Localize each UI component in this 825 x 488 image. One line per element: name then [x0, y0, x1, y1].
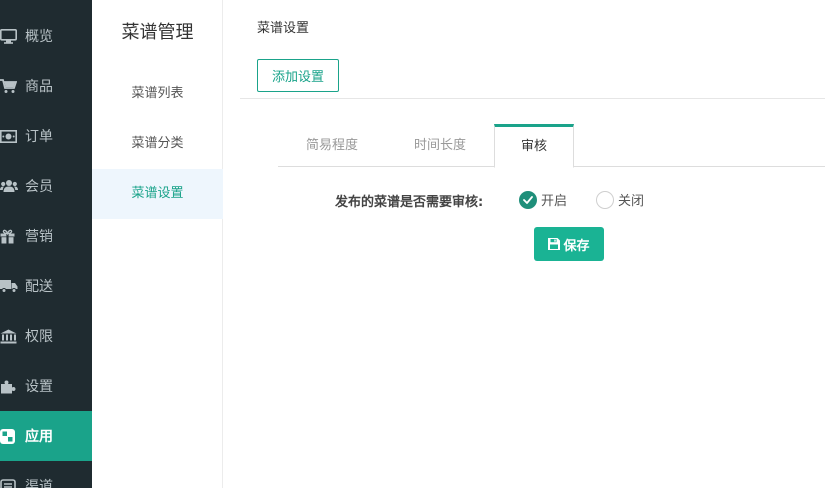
nav-item-settings[interactable]: 设置: [0, 361, 92, 411]
review-setting-label: 发布的菜谱是否需要审核:: [335, 195, 484, 210]
check-icon: [519, 190, 537, 209]
floppy-disk-icon: [548, 238, 561, 250]
nav-item-marketing[interactable]: 营销: [0, 211, 92, 261]
add-setting-button[interactable]: 添加设置: [257, 59, 339, 92]
nav-item-overview[interactable]: 概览: [0, 11, 92, 61]
submenu-item-recipe-list[interactable]: 菜谱列表: [92, 69, 223, 119]
nav-item-permissions[interactable]: 权限: [0, 311, 92, 361]
puzzle-icon: [0, 378, 18, 394]
nav-item-label: 概览: [25, 29, 53, 45]
tab-difficulty[interactable]: 简易程度: [278, 124, 386, 167]
money-icon: [0, 128, 18, 144]
truck-icon: [0, 278, 18, 294]
gift-icon: [0, 228, 18, 244]
cart-icon: [0, 78, 18, 94]
nav-item-channel[interactable]: 渠道: [0, 461, 92, 488]
tab-review[interactable]: 审核: [494, 124, 574, 168]
nav-item-label: 商品: [25, 79, 53, 95]
nav-item-label: 营销: [25, 229, 53, 245]
radio-disable[interactable]: 关闭: [596, 190, 644, 209]
apps-icon: [0, 428, 18, 444]
nav-item-orders[interactable]: 订单: [0, 111, 92, 161]
radio-label: 关闭: [618, 194, 645, 209]
page-title: 菜谱设置: [257, 21, 310, 36]
tab-duration[interactable]: 时间长度: [386, 124, 494, 167]
nav-item-label: 应用: [25, 429, 53, 445]
tab-bar: 简易程度 时间长度 审核: [278, 124, 825, 168]
users-icon: [0, 178, 18, 194]
bank-icon: [0, 328, 18, 344]
submenu-item-recipe-settings[interactable]: 菜谱设置: [92, 169, 223, 219]
nav-item-apps[interactable]: 应用: [0, 411, 92, 461]
radio-label: 开启: [541, 194, 568, 209]
nav-item-label: 会员: [25, 179, 53, 195]
secondary-menu: 菜谱管理 菜谱列表 菜谱分类 菜谱设置: [92, 0, 223, 488]
submenu-item-recipe-category[interactable]: 菜谱分类: [92, 119, 223, 169]
submenu-title: 菜谱管理: [121, 22, 194, 43]
channel-icon: [0, 478, 18, 488]
nav-item-label: 权限: [25, 329, 53, 345]
nav-item-products[interactable]: 商品: [0, 61, 92, 111]
divider: [240, 98, 825, 99]
radio-empty-icon: [596, 190, 614, 209]
main-nav: 概览 商品 订单 会员 营销 配送 权限 设置 应用 渠道: [0, 0, 92, 488]
save-button[interactable]: 保存: [534, 227, 604, 261]
nav-item-label: 配送: [25, 279, 53, 295]
nav-item-label: 设置: [25, 379, 53, 395]
nav-item-delivery[interactable]: 配送: [0, 261, 92, 311]
nav-item-label: 订单: [25, 129, 53, 145]
nav-item-members[interactable]: 会员: [0, 161, 92, 211]
main-content: 菜谱设置 添加设置 简易程度 时间长度 审核 发布的菜谱是否需要审核: 开启 关…: [223, 0, 825, 488]
monitor-icon: [0, 28, 18, 44]
save-button-label: 保存: [563, 238, 590, 254]
radio-enable[interactable]: 开启: [519, 190, 567, 209]
nav-item-label: 渠道: [25, 479, 53, 488]
